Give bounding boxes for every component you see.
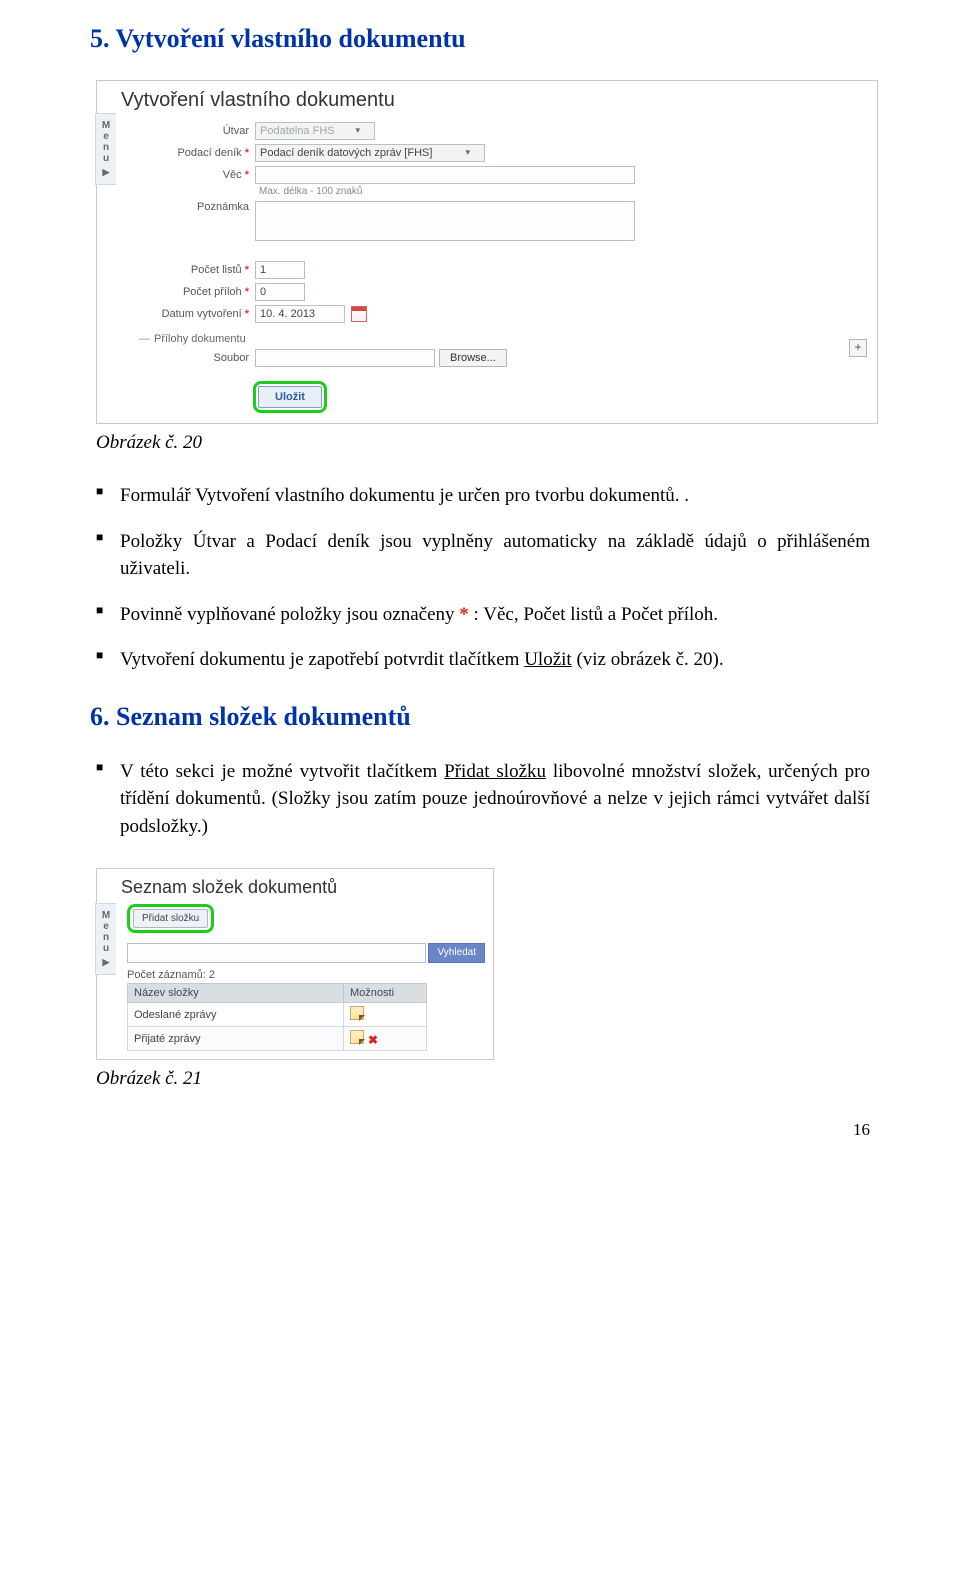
folder-name: Odeslané zprávy [128,1003,344,1027]
label-podaci-denik: Podací deník [129,147,255,159]
delete-icon[interactable]: ✖ [368,1033,378,1047]
form-title: Vytvoření vlastního dokumentu [121,89,867,112]
search-input[interactable] [127,943,426,963]
textarea-poznamka[interactable] [255,201,635,241]
label-pocet-listu: Počet listů [129,264,255,276]
bullet-4: Vytvoření dokumentu je zapotřebí potvrdi… [90,646,870,674]
input-pocet-priloh[interactable] [255,283,305,301]
hint-maxlen: Max. délka - 100 znaků [259,186,867,197]
section6-heading: 6. Seznam složek dokumentů [90,702,870,732]
bullet-3: Povinně vyplňované položky jsou označeny… [90,601,870,629]
col-name: Název složky [128,984,344,1003]
list-title: Seznam složek dokumentů [121,877,485,898]
add-attachment-button[interactable]: + [849,339,867,357]
calendar-icon[interactable] [351,306,367,322]
chevron-down-icon: ▾ [355,125,360,136]
label-vec: Věc [129,169,255,181]
chevron-right-icon: ▶ [98,958,114,968]
input-file-path[interactable] [255,349,435,367]
add-folder-button[interactable]: Přidat složku [133,909,208,928]
screenshot-form-create-document: Menu ▶ Vytvoření vlastního dokumentu Útv… [96,80,878,424]
label-soubor: Soubor [129,352,255,364]
caption-image-21: Obrázek č. 21 [96,1068,870,1090]
input-vec[interactable] [255,166,635,184]
label-utvar: Útvar [129,125,255,137]
input-datum[interactable] [255,305,345,323]
highlight-add-folder: Přidat složku [127,904,214,933]
side-menu-tab[interactable]: Menu ▶ [95,903,116,975]
highlight-save: Uložit [253,381,327,413]
page-number: 16 [90,1120,870,1140]
select-utvar[interactable]: Podatelna FHS ▾ [255,122,375,140]
record-count: Počet záznamů: 2 [127,969,485,981]
browse-button[interactable]: Browse... [439,349,507,367]
select-utvar-value: Podatelna FHS [260,125,335,137]
caption-image-20: Obrázek č. 20 [96,432,870,454]
attachments-header: —Přílohy dokumentu [139,333,867,345]
screenshot-folder-list: Menu ▶ Seznam složek dokumentů Přidat sl… [96,868,494,1060]
section6-bullets: V této sekci je možné vytvořit tlačítkem… [90,758,870,841]
bullet-2: Položky Útvar a Podací deník jsou vyplně… [90,528,870,583]
folder-table: Název složky Možnosti Odeslané zprávy Př… [127,983,427,1051]
side-menu-tab[interactable]: Menu ▶ [95,113,116,185]
select-podaci-denik[interactable]: Podací deník datových zpráv [FHS] ▾ [255,144,485,162]
required-asterisk: * [459,604,469,625]
bullet-6-1: V této sekci je možné vytvořit tlačítkem… [90,758,870,841]
col-options: Možnosti [344,984,427,1003]
chevron-right-icon: ▶ [98,168,114,178]
label-poznamka: Poznámka [129,201,255,213]
bullet-1: Formulář Vytvoření vlastního dokumentu j… [90,482,870,510]
section5-bullets: Formulář Vytvoření vlastního dokumentu j… [90,482,870,674]
save-button[interactable]: Uložit [258,386,322,408]
search-button[interactable]: Vyhledat [428,943,485,963]
section5-heading: 5. Vytvoření vlastního dokumentu [90,24,870,54]
table-row: Odeslané zprávy [128,1003,427,1027]
label-datum-vytvoreni: Datum vytvoření [129,308,255,320]
folder-name: Přijaté zprávy [128,1027,344,1051]
select-podaci-value: Podací deník datových zpráv [FHS] [260,147,432,159]
table-row: Přijaté zprávy ✖ [128,1027,427,1051]
chevron-down-icon: ▾ [465,147,470,158]
edit-icon[interactable] [350,1006,364,1020]
input-pocet-listu[interactable] [255,261,305,279]
edit-icon[interactable] [350,1030,364,1044]
label-pocet-priloh: Počet příloh [129,286,255,298]
